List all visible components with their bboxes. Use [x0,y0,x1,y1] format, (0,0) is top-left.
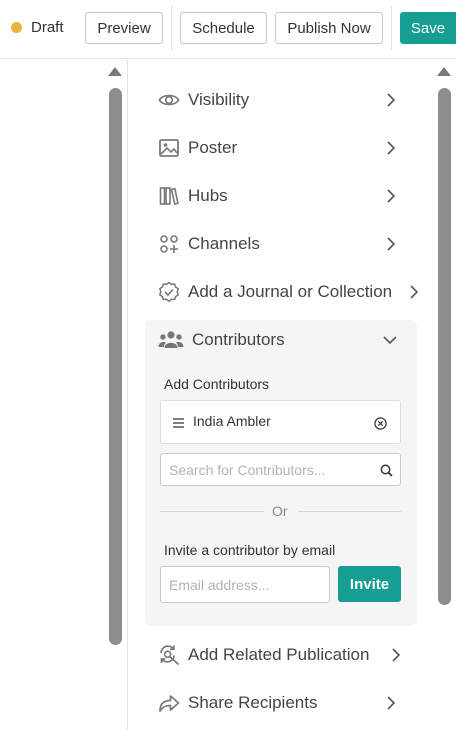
toolbar-divider [391,6,392,50]
search-contributors-input[interactable]: Search for Contributors... [160,453,401,486]
chevron-right-icon[interactable] [409,285,419,299]
left-scroll-up-arrow[interactable] [108,67,122,76]
chevron-right-icon[interactable] [386,141,396,155]
books-icon [158,185,180,207]
divider-line [160,511,264,512]
menu-item-contributors[interactable]: Contributors [158,325,408,355]
search-refresh-icon [158,644,180,666]
right-scroll-up-arrow[interactable] [437,67,451,76]
divider-line [298,511,401,512]
email-field[interactable]: Email address... [160,566,330,603]
chevron-right-icon[interactable] [386,189,396,203]
or-divider-text: Or [272,503,288,519]
status-label: Draft [31,18,64,36]
badge-check-icon [158,281,180,303]
add-contributors-heading: Add Contributors [164,376,270,392]
chevron-right-icon[interactable] [386,696,396,710]
contributor-chip: India Ambler [160,400,401,444]
chevron-down-icon[interactable] [383,335,397,345]
search-icon[interactable] [380,464,393,477]
left-scrollbar-thumb[interactable] [109,88,122,645]
image-icon [158,137,180,159]
share-arrow-icon [158,692,180,714]
invite-heading: Invite a contributor by email [164,542,336,558]
drag-handle-icon[interactable] [173,418,184,428]
channels-icon [158,233,180,255]
right-scrollbar-thumb[interactable] [438,88,451,605]
status-indicator: Draft [11,17,64,37]
menu-item-channels[interactable]: Channels [158,229,408,259]
menu-item-label: Channels [188,234,260,253]
menu-item-label: Add a Journal or Collection [188,282,393,301]
menu-item-hubs[interactable]: Hubs [158,181,408,211]
remove-circle-icon[interactable] [374,417,387,430]
menu-item-label: Visibility [188,90,250,109]
menu-item-label: Poster [188,138,238,157]
toolbar-divider [171,6,172,50]
publish-now-button[interactable]: Publish Now [275,12,383,44]
chevron-right-icon[interactable] [391,648,401,662]
menu-item-visibility[interactable]: Visibility [158,85,408,115]
top-toolbar: Draft Preview Schedule Publish Now Save [0,0,456,59]
email-placeholder: Email address... [169,576,270,593]
schedule-button[interactable]: Schedule [180,12,267,44]
draft-status-dot [11,21,22,33]
menu-item-label: Contributors [192,330,285,349]
chevron-right-icon[interactable] [386,237,396,251]
search-placeholder: Search for Contributors... [169,461,326,478]
contributor-name: India Ambler [193,413,271,429]
panel-divider [127,60,128,730]
menu-item-label: Hubs [188,186,228,205]
eye-icon [158,89,180,111]
save-button[interactable]: Save [400,12,456,44]
chevron-right-icon[interactable] [386,93,396,107]
menu-item-label: Add Related Publication [188,645,370,664]
menu-item-poster[interactable]: Poster [158,133,408,163]
people-icon [158,329,184,351]
menu-item-related-publication[interactable]: Add Related Publication [158,640,398,670]
menu-item-label: Share Recipients [188,693,318,712]
invite-button[interactable]: Invite [338,566,401,602]
menu-item-share-recipients[interactable]: Share Recipients [158,688,408,718]
preview-button[interactable]: Preview [85,12,163,44]
menu-item-journal-collection[interactable]: Add a Journal or Collection [158,277,418,307]
